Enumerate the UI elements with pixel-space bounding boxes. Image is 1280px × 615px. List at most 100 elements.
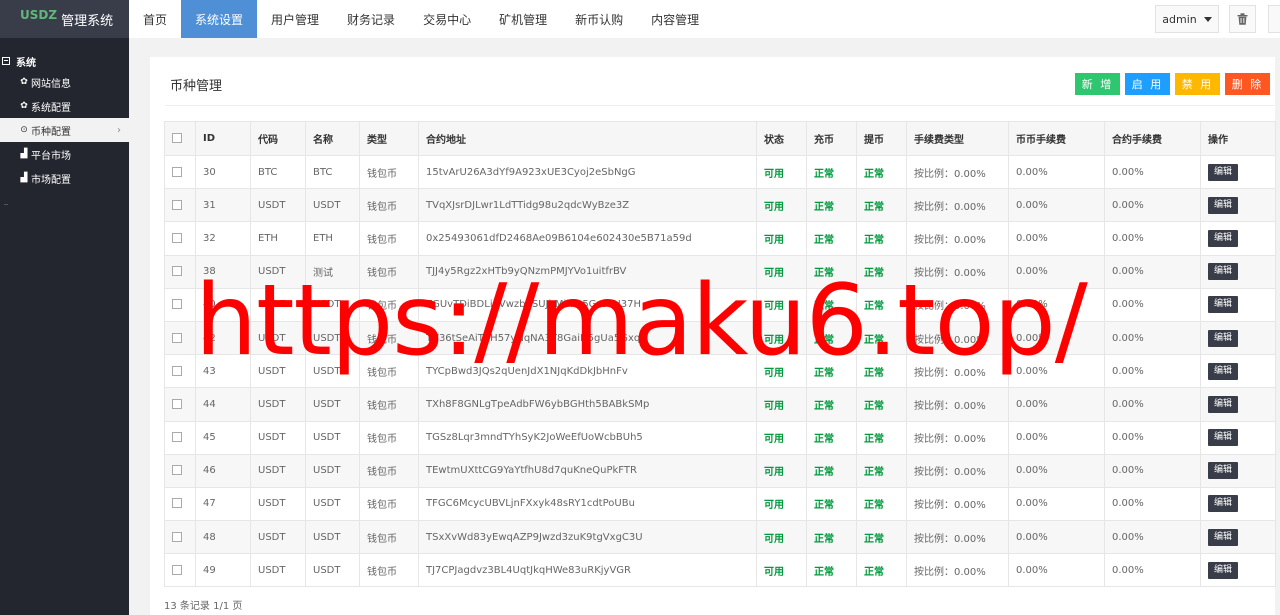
table-cell: 正常	[856, 287, 907, 322]
cell-value: 正常	[864, 500, 884, 512]
table-cell: USDT	[305, 520, 360, 555]
table-body: 30 BTC BTC 钱包币 15tvArU26A3dYf9A923xUE3Cyoj2e…	[164, 154, 1276, 588]
disable-button[interactable]: 禁 用	[1175, 73, 1220, 95]
cell-value: 0.00%	[1112, 498, 1144, 510]
sidebar-item-site-info[interactable]: ✿ 网站信息	[0, 70, 129, 94]
tab-system-settings[interactable]: 系统设置	[181, 0, 258, 38]
table-cell: 正常	[856, 254, 907, 289]
menu-group-toggle[interactable]: 系统	[0, 52, 129, 70]
cell-value: 0.00%	[1112, 299, 1144, 311]
tab-user-management[interactable]: 用户管理	[257, 0, 333, 38]
cell-value: 正常	[814, 334, 834, 346]
column-header: 代码	[250, 121, 306, 156]
edit-button[interactable]: 编辑	[1208, 395, 1239, 413]
edit-button[interactable]: 编辑	[1208, 528, 1239, 546]
clear-cache-button[interactable]	[1229, 5, 1256, 33]
row-checkbox[interactable]	[172, 465, 182, 476]
table-cell: 42	[195, 320, 251, 356]
enable-button[interactable]: 启 用	[1125, 73, 1170, 95]
cell-value: 0.00%	[1016, 232, 1048, 244]
row-checkbox[interactable]	[172, 332, 182, 343]
cell-value: 正常	[864, 334, 884, 346]
tab-home[interactable]: 首页	[129, 0, 181, 38]
sidebar-item-market-config[interactable]: ▟ 市场配置	[0, 166, 129, 190]
user-menu-button[interactable]: admin	[1155, 5, 1219, 33]
add-button[interactable]: 新 增	[1075, 73, 1120, 95]
cell-value: 0.00%	[1112, 199, 1144, 211]
record-count: 13 条记录 1/1 页	[164, 601, 243, 612]
cell-value: 0.00%	[1016, 498, 1048, 510]
table-cell: 可用	[756, 254, 807, 289]
tab-finance-records[interactable]: 财务记录	[333, 0, 409, 38]
table-row: 30 BTC BTC 钱包币 15tvArU26A3dYf9A923xUE3Cyoj2e…	[164, 154, 1276, 190]
table-cell: 0.00%	[1008, 354, 1105, 389]
row-checkbox[interactable]	[172, 299, 182, 310]
edit-button[interactable]: 编辑	[1208, 561, 1239, 579]
row-checkbox[interactable]	[172, 365, 182, 376]
row-checkbox[interactable]	[172, 232, 182, 243]
table-cell: 正常	[856, 520, 907, 555]
logo[interactable]: USDZ 管理系统	[0, 0, 129, 38]
sidebar-item-coin-config[interactable]: ⊙ 币种配置 ›	[0, 118, 129, 142]
cell-value: 15tvArU26A3dYf9A923xUE3Cyoj2eSbNgG	[426, 166, 636, 178]
edit-button[interactable]: 编辑	[1208, 462, 1239, 480]
row-checkbox[interactable]	[172, 531, 182, 542]
select-all-checkbox[interactable]	[172, 133, 182, 143]
table-cell: 钱包币	[359, 188, 419, 223]
row-checkbox[interactable]	[172, 398, 182, 409]
sidebar-item-label: 市场配置	[31, 174, 71, 186]
table-cell: USDT	[250, 188, 306, 223]
row-checkbox[interactable]	[172, 199, 182, 210]
edit-button[interactable]: 编辑	[1208, 263, 1239, 281]
cell-value: 按比例：0.00%	[914, 301, 986, 313]
cell-value: USDT	[258, 531, 286, 543]
cell-value: 钱包币	[367, 434, 397, 446]
tab-miner-management[interactable]: 矿机管理	[485, 0, 561, 38]
cell-value: 正常	[864, 268, 884, 280]
cell-value: 30	[203, 166, 216, 178]
edit-button[interactable]: 编辑	[1208, 362, 1239, 380]
tab-trading-center[interactable]: 交易中心	[409, 0, 485, 38]
table-cell: 正常	[806, 486, 857, 522]
table-row: 31 USDT USDT 钱包币 TVqXJsrDJLwr1LdTTidg98u2qdc…	[164, 188, 1276, 223]
tab-new-coin-subscription[interactable]: 新币认购	[561, 0, 637, 38]
edit-button[interactable]: 编辑	[1208, 495, 1239, 513]
edit-button[interactable]: 编辑	[1208, 429, 1239, 447]
row-checkbox[interactable]	[172, 166, 182, 177]
sidebar-item-platform-market[interactable]: ▟ 平台市场	[0, 142, 129, 166]
row-checkbox[interactable]	[172, 498, 182, 509]
edit-button[interactable]: 编辑	[1208, 329, 1239, 347]
table-cell: 正常	[806, 387, 857, 422]
cell-value: 正常	[814, 168, 834, 180]
cell-value: 钱包币	[367, 533, 397, 545]
edge-button[interactable]	[1268, 5, 1280, 33]
table-cell: 编辑	[1200, 354, 1276, 389]
table-cell: 可用	[756, 221, 807, 256]
edit-button[interactable]: 编辑	[1208, 163, 1239, 181]
edit-button[interactable]: 编辑	[1208, 296, 1239, 314]
sidebar-item-system-config[interactable]: ✿ 系统配置	[0, 94, 129, 118]
cell-value: 可用	[764, 234, 784, 246]
edit-button[interactable]: 编辑	[1208, 229, 1239, 247]
table-cell: 钱包币	[359, 354, 419, 389]
content-card: 币种管理 新 增 启 用 禁 用 删 除 ID 代码 名称 类型 合约地址 状态…	[150, 57, 1276, 615]
cell-value: 正常	[814, 201, 834, 213]
cell-value: 0.00%	[1016, 266, 1048, 278]
cell-value: 正常	[814, 467, 834, 479]
table-header-row: ID 代码 名称 类型 合约地址 状态 充币 提币 手续费类型 币币手续费 合约…	[164, 121, 1276, 156]
edit-button[interactable]: 编辑	[1208, 196, 1239, 214]
cell-value: BTC	[313, 166, 333, 178]
cell-value: 正常	[864, 400, 884, 412]
table-cell: 正常	[806, 188, 857, 223]
cell-value: 0.00%	[1016, 199, 1048, 211]
delete-button[interactable]: 删 除	[1225, 73, 1270, 95]
row-checkbox[interactable]	[172, 432, 182, 443]
table-cell: 0.00%	[1104, 188, 1201, 223]
row-checkbox[interactable]	[172, 266, 182, 277]
tab-content-management[interactable]: 内容管理	[637, 0, 713, 38]
row-checkbox[interactable]	[172, 564, 182, 575]
table-row: 46 USDT USDT 钱包币 TEwtmUXttCG9YaYtfhU8d7quKne…	[164, 453, 1276, 488]
cell-value: 38	[203, 266, 216, 278]
table-cell: 编辑	[1200, 320, 1276, 356]
table-cell: USDT	[250, 320, 306, 356]
